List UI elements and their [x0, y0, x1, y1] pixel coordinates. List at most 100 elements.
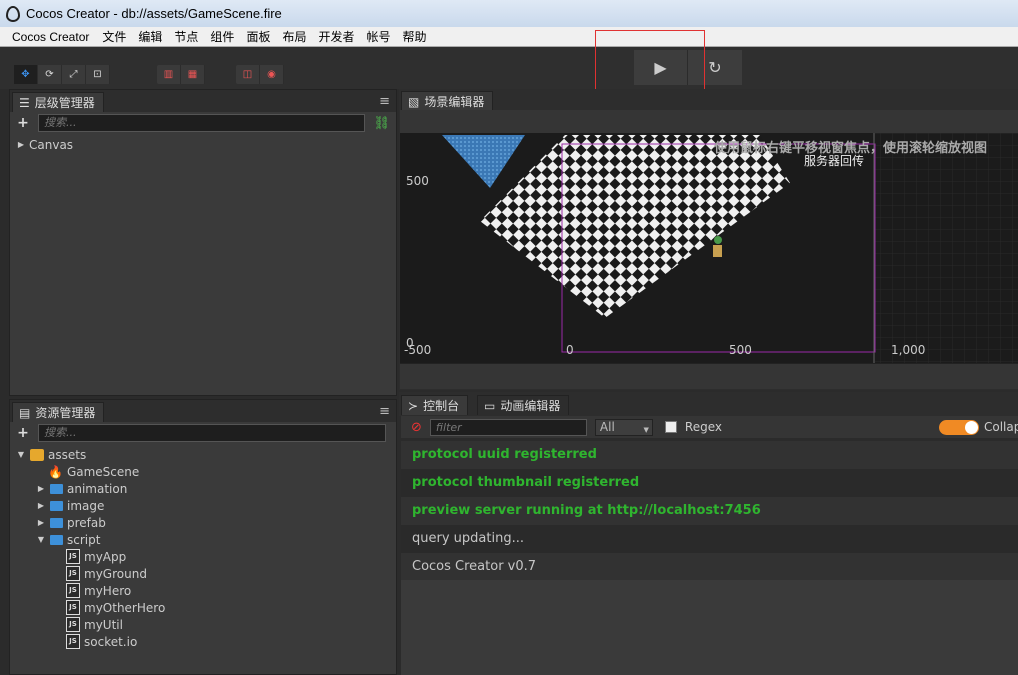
tree-item-assets[interactable]: ▼ assets: [10, 446, 396, 463]
tree-item-script[interactable]: JS myUtil: [10, 616, 396, 633]
console-tab-label: 控制台: [423, 399, 460, 413]
regex-label: Regex: [684, 420, 722, 434]
rotate-tool-icon[interactable]: ⟳: [38, 65, 62, 84]
menu-account[interactable]: 帐号: [360, 28, 396, 45]
annotation-highlight-box: [595, 30, 705, 97]
animation-icon: ▭: [484, 398, 496, 413]
collapse-arrow-icon[interactable]: ▼: [36, 535, 46, 544]
scene-tab-label: 场景编辑器: [424, 95, 485, 109]
menu-panel[interactable]: 面板: [240, 28, 276, 45]
log-entry[interactable]: protocol thumbnail registerred: [401, 469, 1018, 497]
assets-root-label: assets: [48, 447, 87, 462]
tree-item-script[interactable]: JS myOtherHero: [10, 599, 396, 616]
expand-arrow-icon[interactable]: ▶: [36, 484, 46, 493]
expand-arrow-icon[interactable]: ▶: [36, 518, 46, 527]
log-level-select[interactable]: All: [594, 418, 653, 438]
log-entry[interactable]: query updating...: [401, 525, 1018, 553]
assets-tree: ▼ assets 🔥 GameScene ▶ animation ▶ image…: [10, 446, 396, 650]
menu-component[interactable]: 组件: [204, 28, 240, 45]
scene-tab-icon: ▧: [408, 94, 420, 109]
asset-label: image: [67, 498, 105, 513]
hierarchy-panel: ☰ 层级管理器 ≡ + 搜索... ⛓ ▶ Canvas: [9, 89, 397, 396]
tab-assets[interactable]: ▤ 资源管理器: [12, 402, 105, 422]
node-label: Canvas: [29, 137, 74, 152]
hierarchy-menu-icon[interactable]: ≡: [379, 94, 390, 109]
cocos-logo-icon: [6, 5, 20, 22]
asset-label: myGround: [84, 566, 147, 581]
folder-open-icon: [50, 534, 63, 545]
menu-node[interactable]: 节点: [168, 28, 204, 45]
move-tool-icon[interactable]: ✥: [14, 65, 38, 84]
add-asset-button[interactable]: +: [16, 425, 30, 441]
tab-console[interactable]: ≻ 控制台: [401, 395, 469, 415]
animation-tab-label: 动画编辑器: [500, 399, 561, 413]
console-tabbar: ≻ 控制台 ▭ 动画编辑器: [399, 392, 1018, 416]
log-entry[interactable]: Cocos Creator v0.7: [401, 553, 1018, 581]
tab-hierarchy[interactable]: ☰ 层级管理器: [12, 92, 104, 112]
scene-overlay-label: 服务器回传: [804, 154, 865, 168]
collapse-label: Collapse: [984, 420, 1018, 434]
hierarchy-search-row: + 搜索... ⛓: [10, 112, 396, 134]
main-toolbar: ✥ ⟳ ⤢ ⊡ ▥ ▦ ◫ ◉: [0, 47, 1018, 89]
x-axis-label-0: 0: [566, 343, 574, 357]
menu-developer[interactable]: 开发者: [312, 28, 360, 45]
tree-item-script[interactable]: JS myHero: [10, 582, 396, 599]
js-file-icon: JS: [66, 566, 80, 581]
tree-item-script[interactable]: JS myGround: [10, 565, 396, 582]
collapse-arrow-icon[interactable]: ▼: [16, 450, 26, 459]
folder-icon: [50, 500, 63, 511]
asset-label: prefab: [67, 515, 106, 530]
menu-help[interactable]: 帮助: [397, 28, 433, 45]
transform-tools: ✥ ⟳ ⤢ ⊡: [14, 65, 110, 84]
collapse-toggle[interactable]: [939, 420, 979, 435]
scene-bottom-bar: [400, 363, 1018, 389]
pivot-tools: ▥ ▦: [157, 65, 205, 84]
log-entry[interactable]: protocol uuid registerred: [401, 441, 1018, 469]
menu-edit[interactable]: 编辑: [132, 28, 168, 45]
tree-item-script[interactable]: JS myApp: [10, 548, 396, 565]
y-axis-label-500: 500: [406, 174, 429, 188]
pivot-icon[interactable]: ▥: [157, 65, 181, 84]
tree-item-gamescene[interactable]: 🔥 GameScene: [10, 463, 396, 480]
tree-item-folder[interactable]: ▶ animation: [10, 480, 396, 497]
assets-tab-label: 资源管理器: [35, 406, 96, 420]
menu-layout[interactable]: 布局: [276, 28, 312, 45]
rect-tool-icon[interactable]: ⊡: [86, 65, 110, 84]
global-icon[interactable]: ▦: [181, 65, 205, 84]
assets-tabbar: ▤ 资源管理器 ≡: [10, 400, 396, 422]
camera-icon[interactable]: ◉: [260, 65, 284, 84]
scene-canvas-drawing: [442, 133, 1018, 363]
tree-item-folder[interactable]: ▼ script: [10, 531, 396, 548]
hierarchy-search-input[interactable]: 搜索...: [38, 114, 366, 132]
assets-panel: ▤ 资源管理器 ≡ + 搜索... ▼ assets 🔥 GameScene ▶…: [9, 399, 397, 675]
console-icon: ≻: [408, 398, 419, 413]
toggle-knob: [965, 421, 978, 434]
assets-menu-icon[interactable]: ≡: [379, 404, 390, 419]
tree-item-folder[interactable]: ▶ prefab: [10, 514, 396, 531]
tree-item-script[interactable]: JS socket.io: [10, 633, 396, 650]
menu-cocos-creator[interactable]: Cocos Creator: [0, 30, 96, 44]
scale-tool-icon[interactable]: ⤢: [62, 65, 86, 84]
expand-arrow-icon[interactable]: ▶: [36, 501, 46, 510]
tree-node-canvas[interactable]: ▶ Canvas: [10, 136, 396, 153]
add-node-button[interactable]: +: [16, 115, 30, 131]
menu-bar: Cocos Creator 文件 编辑 节点 组件 面板 布局 开发者 帐号 帮…: [0, 27, 1018, 47]
js-file-icon: JS: [66, 583, 80, 598]
regex-checkbox[interactable]: [664, 421, 677, 433]
scene-viewport[interactable]: 使用鼠标右键平移视窗焦点，使用滚轮缩放视图 服务器回传 500 0 -500 0…: [400, 133, 1018, 363]
menu-file[interactable]: 文件: [96, 28, 132, 45]
tree-item-folder[interactable]: ▶ image: [10, 497, 396, 514]
expand-arrow-icon[interactable]: ▶: [16, 140, 26, 149]
grid-icon[interactable]: ◫: [236, 65, 260, 84]
clear-console-icon[interactable]: ⊘: [411, 420, 422, 435]
asset-label: myOtherHero: [84, 600, 166, 615]
console-filter-input[interactable]: filter: [429, 418, 587, 436]
assets-search-input[interactable]: 搜索...: [38, 424, 386, 442]
tab-animation[interactable]: ▭ 动画编辑器: [477, 395, 570, 415]
asset-label: socket.io: [84, 634, 138, 649]
log-entry[interactable]: preview server running at http://localho…: [401, 497, 1018, 525]
link-icon[interactable]: ⛓: [373, 116, 390, 131]
tab-scene[interactable]: ▧ 场景编辑器: [401, 91, 494, 111]
asset-label: GameScene: [66, 464, 140, 479]
x-axis-label-1000: 1,000: [891, 343, 926, 357]
